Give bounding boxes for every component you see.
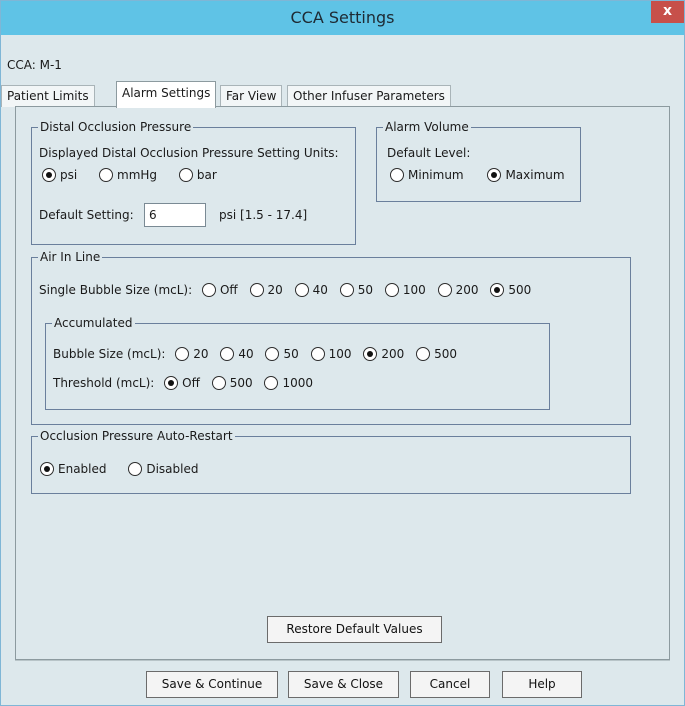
radio-checked-icon <box>487 168 502 182</box>
radio-icon <box>128 462 143 476</box>
units-option-psi[interactable]: psi <box>42 168 77 182</box>
radio-icon <box>390 168 404 182</box>
air-in-line-group: Air In Line Single Bubble Size (mcL): Of… <box>31 249 631 425</box>
occlusion-auto-restart-legend: Occlusion Pressure Auto-Restart <box>38 428 235 444</box>
single-bubble-option-20[interactable]: 20 <box>249 283 283 297</box>
occlusion-auto-restart-group: Occlusion Pressure Auto-Restart Enabled … <box>31 428 631 494</box>
auto-restart-radio-group: Enabled Disabled <box>40 462 206 476</box>
window-title: CCA Settings <box>290 8 395 27</box>
distal-occlusion-legend: Distal Occlusion Pressure <box>38 119 194 135</box>
cca-settings-window: CCA Settings x CCA: M-1 Patient Limits A… <box>0 0 685 706</box>
threshold-option-1000[interactable]: 1000 <box>264 376 313 390</box>
radio-checked-icon <box>164 376 179 390</box>
accumulated-bubble-option-50[interactable]: 50 <box>265 347 299 361</box>
accumulated-bubble-option-500[interactable]: 500 <box>416 347 457 361</box>
tab-patient-limits[interactable]: Patient Limits <box>1 85 95 107</box>
radio-icon <box>416 347 431 361</box>
radio-icon <box>265 347 280 361</box>
cca-label: CCA: M-1 <box>7 58 62 72</box>
single-bubble-option-200[interactable]: 200 <box>437 283 478 297</box>
air-in-line-legend: Air In Line <box>38 249 103 265</box>
radio-icon <box>201 283 216 297</box>
radio-icon <box>99 168 114 182</box>
single-bubble-option-500[interactable]: 500 <box>490 283 531 297</box>
units-radio-group: psi mmHg bar <box>42 168 225 182</box>
alarm-volume-legend: Alarm Volume <box>383 119 471 135</box>
accumulated-bubble-option-20[interactable]: 20 <box>175 347 209 361</box>
threshold-option-500[interactable]: 500 <box>211 376 253 390</box>
radio-icon <box>220 347 235 361</box>
auto-restart-option-disabled[interactable]: Disabled <box>128 462 198 476</box>
save-close-button[interactable]: Save & Close <box>288 671 399 698</box>
radio-icon <box>178 168 193 182</box>
radio-icon <box>384 283 399 297</box>
radio-icon <box>264 376 279 390</box>
default-setting-label: Default Setting: <box>39 208 134 222</box>
default-setting-input[interactable]: 6 <box>144 203 206 227</box>
units-option-bar[interactable]: bar <box>178 168 217 182</box>
radio-checked-icon <box>363 347 378 361</box>
close-icon: x <box>662 3 673 19</box>
threshold-option-off[interactable]: Off <box>164 376 200 390</box>
radio-icon <box>339 283 354 297</box>
dialog-button-bar: Save & Continue Save & Close Cancel Help <box>15 660 670 701</box>
single-bubble-option-40[interactable]: 40 <box>294 283 328 297</box>
alarm-settings-panel: Distal Occlusion Pressure Displayed Dist… <box>15 106 670 660</box>
single-bubble-option-off[interactable]: Off <box>201 283 238 297</box>
tab-alarm-settings[interactable]: Alarm Settings <box>116 81 217 108</box>
radio-icon <box>211 376 226 390</box>
accumulated-bubble-option-100[interactable]: 100 <box>310 347 352 361</box>
auto-restart-option-enabled[interactable]: Enabled <box>40 462 107 476</box>
cancel-button[interactable]: Cancel <box>410 671 490 698</box>
single-bubble-option-100[interactable]: 100 <box>384 283 426 297</box>
accumulated-bubble-option-200[interactable]: 200 <box>363 347 404 361</box>
tab-far-view[interactable]: Far View <box>220 85 283 107</box>
distal-occlusion-group: Distal Occlusion Pressure Displayed Dist… <box>31 119 356 245</box>
alarm-volume-radio-group: Minimum Maximum <box>390 168 573 182</box>
single-bubble-row: Single Bubble Size (mcL): Off 20 40 50 1… <box>39 283 539 297</box>
alarm-volume-group: Alarm Volume Default Level: Minimum Maxi… <box>376 119 581 202</box>
accumulated-legend: Accumulated <box>52 315 135 331</box>
default-level-label: Default Level: <box>387 146 471 160</box>
radio-checked-icon <box>42 168 56 182</box>
title-bar[interactable]: CCA Settings x <box>1 1 684 35</box>
accumulated-bubble-option-40[interactable]: 40 <box>220 347 254 361</box>
threshold-label: Threshold (mcL): <box>53 376 155 390</box>
help-button[interactable]: Help <box>502 671 582 698</box>
radio-checked-icon <box>40 462 54 476</box>
accumulated-bubble-label: Bubble Size (mcL): <box>53 347 166 361</box>
radio-icon <box>437 283 452 297</box>
radio-icon <box>249 283 264 297</box>
accumulated-bubble-row: Bubble Size (mcL): 20 40 50 100 200 500 <box>53 347 465 361</box>
volume-option-minimum[interactable]: Minimum <box>390 168 464 182</box>
volume-option-maximum[interactable]: Maximum <box>487 168 565 182</box>
radio-icon <box>310 347 325 361</box>
units-option-mmhg[interactable]: mmHg <box>99 168 157 182</box>
single-bubble-label: Single Bubble Size (mcL): <box>39 283 193 297</box>
radio-icon <box>175 347 190 361</box>
tab-other-infuser-parameters[interactable]: Other Infuser Parameters <box>287 85 451 107</box>
single-bubble-option-50[interactable]: 50 <box>339 283 373 297</box>
radio-checked-icon <box>490 283 505 297</box>
close-button[interactable]: x <box>651 1 684 23</box>
default-setting-unit-range: psi [1.5 - 17.4] <box>219 208 308 222</box>
radio-icon <box>294 283 309 297</box>
units-label: Displayed Distal Occlusion Pressure Sett… <box>39 146 339 160</box>
restore-default-values-button[interactable]: Restore Default Values <box>267 616 442 643</box>
save-continue-button[interactable]: Save & Continue <box>146 671 278 698</box>
accumulated-group: Accumulated Bubble Size (mcL): 20 40 50 … <box>45 315 550 410</box>
accumulated-threshold-row: Threshold (mcL): Off 500 1000 <box>53 376 321 390</box>
